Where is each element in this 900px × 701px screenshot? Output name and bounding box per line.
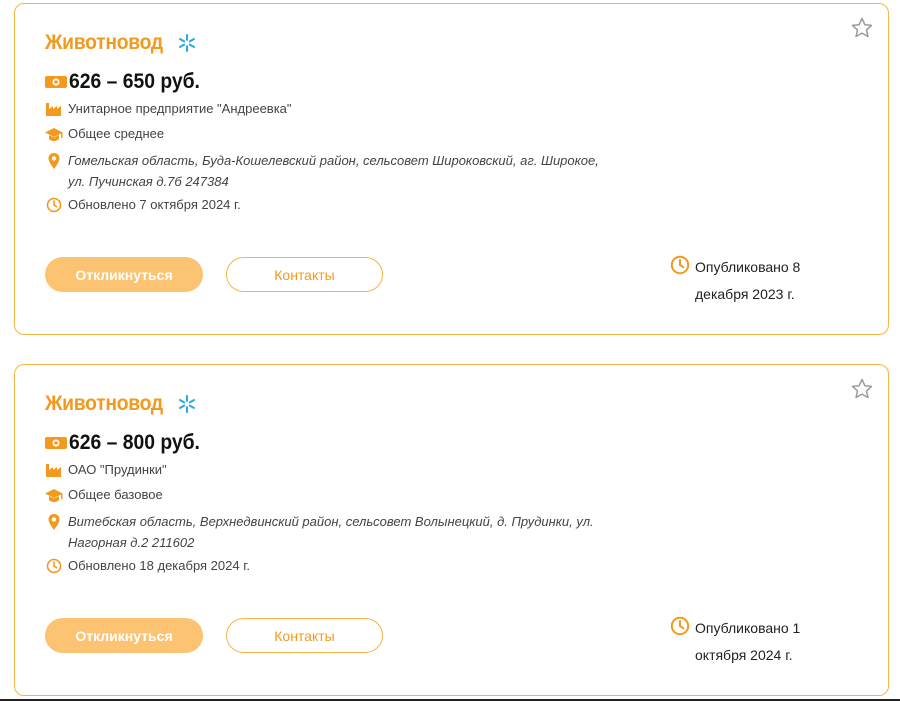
job-card[interactable]: Животновод 626 – 800 руб. ОАО "Прудинки" [14,364,889,696]
updated-date: Обновлено 7 октября 2024 г. [68,197,241,212]
education-row: Общее базовое [45,487,163,503]
updated-row: Обновлено 7 октября 2024 г. [45,197,241,213]
spark-icon [179,34,196,52]
updated-row: Обновлено 18 декабря 2024 г. [45,558,250,574]
published-date: Опубликовано 1 октября 2024 г. [670,615,835,669]
salary: 626 – 800 руб. [69,431,200,454]
graduation-cap-icon [45,489,63,502]
address-row: Витебская область, Верхнедвинский район,… [45,511,594,553]
clock-icon [46,558,62,574]
address-line: Нагорная д.2 211602 [68,535,195,550]
company-row: Унитарное предприятие "Андреевка" [45,101,292,117]
spark-icon [179,395,196,413]
published-line: октября 2024 г. [695,647,793,663]
updated-date: Обновлено 18 декабря 2024 г. [68,558,250,573]
education-level: Общее среднее [68,126,165,141]
job-title[interactable]: Животновод [45,392,163,416]
job-title[interactable]: Животновод [45,31,163,55]
star-icon[interactable] [850,377,874,401]
location-pin-icon [48,514,60,530]
factory-icon [46,464,61,477]
address-line: Витебская область, Верхнедвинский район,… [68,514,594,529]
graduation-cap-icon [45,128,63,141]
star-icon[interactable] [850,16,874,40]
contacts-button[interactable]: Контакты [226,257,383,292]
address-row: Гомельская область, Буда-Кошелевский рай… [45,150,599,192]
education-row: Общее среднее [45,126,164,142]
company-name: Унитарное предприятие "Андреевка" [68,101,292,116]
salary: 626 – 650 руб. [69,70,200,93]
apply-button[interactable]: Откликнуться [45,618,203,653]
published-line: Опубликовано 1 [695,620,801,636]
address-line: ул. Пучинская д.7б 247384 [68,174,229,189]
contacts-button[interactable]: Контакты [226,618,383,653]
apply-button[interactable]: Откликнуться [45,257,203,292]
factory-icon [46,103,61,116]
money-icon [45,76,67,88]
clock-icon [46,197,62,213]
published-date: Опубликовано 8 декабря 2023 г. [670,254,835,308]
job-card[interactable]: Животновод 626 – 650 руб. Унитарное пред… [14,3,889,335]
published-line: Опубликовано 8 [695,259,801,275]
published-line: декабря 2023 г. [695,286,795,302]
address-line: Гомельская область, Буда-Кошелевский рай… [68,153,599,168]
company-name: ОАО "Прудинки" [68,462,167,477]
money-icon [45,437,67,449]
clock-icon [670,255,690,275]
company-row: ОАО "Прудинки" [45,462,167,478]
clock-icon [670,616,690,636]
education-level: Общее базовое [68,487,163,502]
location-pin-icon [48,153,60,169]
